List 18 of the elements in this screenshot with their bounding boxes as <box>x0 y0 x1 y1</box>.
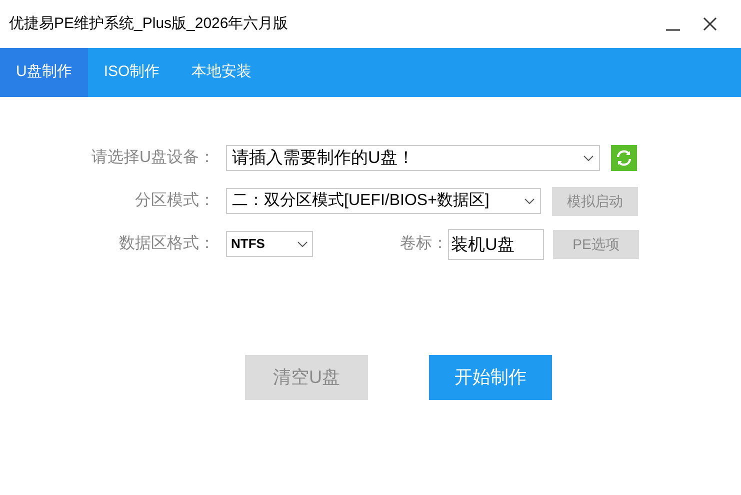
device-dropdown[interactable]: 请插入需要制作的U盘！ <box>226 145 600 171</box>
window-title: 优捷易PE维护系统_Plus版_2026年六月版 <box>9 14 288 34</box>
field-label: 卷标： <box>400 234 448 254</box>
field-label: 请选择U盘设备： <box>90 148 215 168</box>
chevron-icon <box>583 154 594 162</box>
tab[interactable]: 本地安装 <box>176 48 268 97</box>
field-label: 数据区格式： <box>118 234 215 254</box>
refresh-icon <box>615 149 633 167</box>
tab[interactable]: ISO制作 <box>88 48 176 97</box>
volume-label-field[interactable]: 装机U盘 <box>448 228 544 260</box>
format-dropdown[interactable]: NTFS <box>226 231 313 257</box>
close-icon[interactable] <box>703 17 717 31</box>
partition-dropdown[interactable]: 二：双分区模式[UEFI/BIOS+数据区] <box>226 188 541 214</box>
field-label: 分区模式： <box>134 190 215 211</box>
tab[interactable]: U盘制作 <box>0 48 88 97</box>
chevron-icon <box>524 198 535 204</box>
chevron-icon <box>297 240 308 248</box>
start-button[interactable]: 开始制作 <box>429 355 552 400</box>
